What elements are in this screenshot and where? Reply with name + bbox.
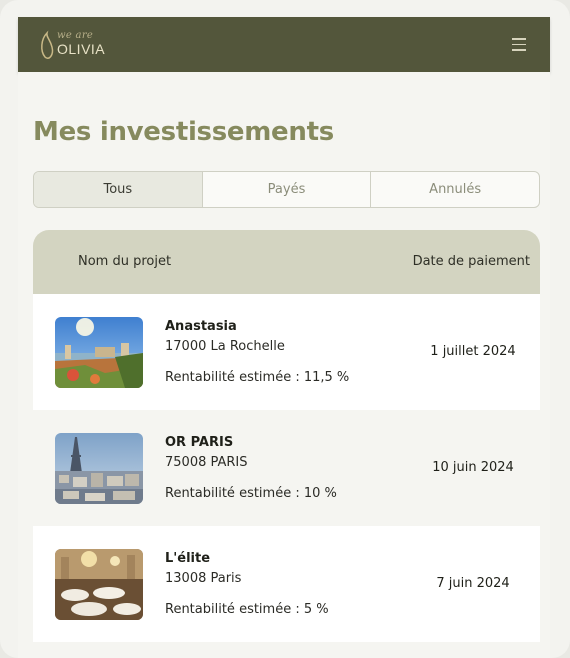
investments-table: Nom du projet Date de paiement Anastasia… xyxy=(33,230,540,642)
logo-tagline: we are xyxy=(57,30,94,41)
tab-payes[interactable]: Payés xyxy=(203,172,372,207)
restaurant-interior-photo xyxy=(55,549,143,620)
filter-tabs: Tous Payés Annulés xyxy=(33,171,540,208)
hamburger-menu-icon[interactable] xyxy=(512,38,526,51)
column-header-date: Date de paiement xyxy=(412,254,530,269)
column-header-project: Nom du projet xyxy=(78,254,172,269)
project-rentability: Rentabilité estimée : 10 % xyxy=(165,486,337,501)
project-address: 75008 PARIS xyxy=(165,455,248,470)
logo-wordmark: OLIVIA xyxy=(57,41,106,57)
olivia-logo-mark-icon xyxy=(41,30,54,59)
project-name[interactable]: Anastasia xyxy=(165,319,237,334)
page-title: Mes investissements xyxy=(33,117,334,147)
project-rentability: Rentabilité estimée : 11,5 % xyxy=(165,370,350,385)
table-row[interactable]: OR PARIS 75008 PARIS Rentabilité estimée… xyxy=(33,410,540,526)
app-frame: we are OLIVIA Mes investissements Tous P… xyxy=(0,0,570,658)
top-header: we are OLIVIA xyxy=(18,17,550,72)
payment-date: 7 juin 2024 xyxy=(436,576,510,591)
table-row[interactable]: L'élite 13008 Paris Rentabilité estimée … xyxy=(33,526,540,642)
la-rochelle-harbor-photo xyxy=(55,317,143,388)
table-row[interactable]: Anastasia 17000 La Rochelle Rentabilité … xyxy=(33,294,540,410)
paris-eiffel-tower-photo xyxy=(55,433,143,504)
payment-date: 1 juillet 2024 xyxy=(430,344,516,359)
payment-date: 10 juin 2024 xyxy=(432,460,514,475)
project-rentability: Rentabilité estimée : 5 % xyxy=(165,602,329,617)
olivia-logo[interactable]: we are OLIVIA xyxy=(38,29,118,61)
tab-annules[interactable]: Annulés xyxy=(371,172,539,207)
project-name[interactable]: OR PARIS xyxy=(165,435,233,450)
tab-tous[interactable]: Tous xyxy=(34,172,203,207)
project-name[interactable]: L'élite xyxy=(165,551,210,566)
main-content: Mes investissements Tous Payés Annulés N… xyxy=(18,72,550,658)
project-address: 17000 La Rochelle xyxy=(165,339,285,354)
table-header: Nom du projet Date de paiement xyxy=(33,230,540,294)
project-address: 13008 Paris xyxy=(165,571,242,586)
